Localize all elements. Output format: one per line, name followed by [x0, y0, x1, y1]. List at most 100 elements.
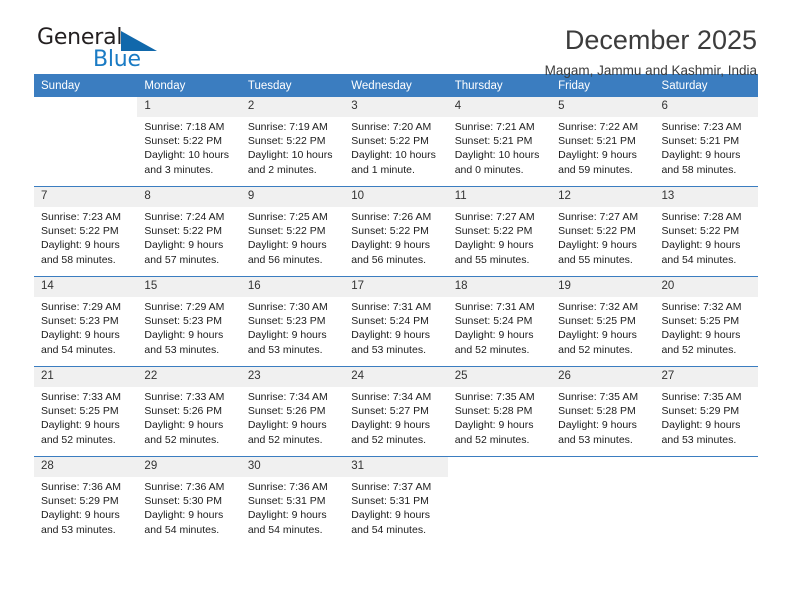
- day-info: Sunrise: 7:22 AM Sunset: 5:21 PM Daylight:…: [551, 117, 654, 177]
- day-number: 30: [240, 457, 345, 477]
- sunset-text: Sunset: 5:31 PM: [247, 495, 326, 508]
- sunset-text: Sunset: 5:24 PM: [351, 315, 429, 328]
- day-info: Sunrise: 7:29 AM Sunset: 5:23 PM Daylight:…: [34, 297, 137, 357]
- calendar-day-cell[interactable]: 8 Sunrise: 7:24 AM Sunset: 5:22 PM Daylight…: [137, 186, 241, 277]
- sunrise-text: Sunrise: 7:35 AM: [661, 391, 742, 403]
- sunset-text: Sunset: 5:22 PM: [41, 225, 119, 238]
- sunset-text: Sunset: 5:21 PM: [661, 135, 740, 148]
- day-number: 12: [551, 187, 655, 207]
- day-info: Sunrise: 7:35 AM Sunset: 5:28 PM Daylight:…: [551, 387, 654, 447]
- day-number: 5: [551, 97, 655, 117]
- calendar-day-cell[interactable]: 16 Sunrise: 7:30 AM Sunset: 5:23 PM Dayligh…: [240, 276, 345, 367]
- day-info: Sunrise: 7:37 AM Sunset: 5:31 PM Daylight:…: [344, 477, 447, 537]
- daylight-text: Daylight: 10 hours and 1 minute.: [351, 149, 436, 176]
- day-number: 11: [447, 187, 552, 207]
- day-info: Sunrise: 7:26 AM Sunset: 5:22 PM Daylight:…: [344, 207, 447, 267]
- logo-text-blue: Blue: [93, 47, 141, 72]
- calendar-day-cell[interactable]: 31 Sunrise: 7:37 AM Sunset: 5:31 PM Dayligh…: [344, 456, 448, 546]
- sunset-text: Sunset: 5:22 PM: [661, 225, 740, 238]
- day-number: 24: [344, 367, 448, 387]
- calendar-day-cell[interactable]: 7 Sunrise: 7:23 AM Sunset: 5:22 PM Daylight…: [34, 186, 138, 277]
- daylight-text: Daylight: 9 hours and 54 minutes.: [144, 509, 224, 536]
- sunrise-text: Sunrise: 7:37 AM: [351, 481, 432, 493]
- day-number: 15: [137, 277, 241, 297]
- calendar-day-cell[interactable]: 9 Sunrise: 7:25 AM Sunset: 5:22 PM Daylight…: [240, 186, 345, 277]
- sunset-text: Sunset: 5:26 PM: [144, 405, 223, 418]
- calendar-day-cell[interactable]: 21 Sunrise: 7:33 AM Sunset: 5:25 PM Dayligh…: [34, 366, 138, 457]
- day-number: 3: [344, 97, 448, 117]
- calendar-day-cell[interactable]: 24 Sunrise: 7:34 AM Sunset: 5:27 PM Dayligh…: [344, 366, 448, 457]
- sunrise-text: Sunrise: 7:32 AM: [661, 301, 742, 313]
- sunset-text: Sunset: 5:21 PM: [558, 135, 636, 148]
- sunrise-text: Sunrise: 7:29 AM: [144, 301, 225, 313]
- sunset-text: Sunset: 5:26 PM: [247, 405, 326, 418]
- sunrise-text: Sunrise: 7:23 AM: [41, 211, 121, 223]
- day-info: Sunrise: 7:18 AM Sunset: 5:22 PM Daylight:…: [137, 117, 240, 177]
- sunrise-text: Sunrise: 7:35 AM: [558, 391, 639, 403]
- sunset-text: Sunset: 5:25 PM: [41, 405, 119, 418]
- calendar-day-cell[interactable]: 3 Sunrise: 7:20 AM Sunset: 5:22 PM Daylight…: [344, 97, 448, 187]
- calendar-empty-cell: [654, 456, 758, 546]
- day-info: Sunrise: 7:33 AM Sunset: 5:25 PM Daylight:…: [34, 387, 137, 447]
- sunrise-text: Sunrise: 7:27 AM: [558, 211, 639, 223]
- calendar-day-cell[interactable]: 28 Sunrise: 7:36 AM Sunset: 5:29 PM Dayligh…: [34, 456, 138, 546]
- calendar-day-cell[interactable]: 19 Sunrise: 7:32 AM Sunset: 5:25 PM Dayligh…: [551, 276, 655, 367]
- calendar-empty-cell: [34, 97, 137, 187]
- day-number: 28: [34, 457, 138, 477]
- day-info: Sunrise: 7:23 AM Sunset: 5:21 PM Daylight:…: [655, 117, 758, 177]
- daylight-text: Daylight: 9 hours and 54 minutes.: [41, 329, 120, 356]
- calendar-day-cell[interactable]: 12 Sunrise: 7:27 AM Sunset: 5:22 PM Dayligh…: [551, 186, 655, 277]
- sunset-text: Sunset: 5:22 PM: [144, 225, 223, 238]
- calendar-day-cell[interactable]: 22 Sunrise: 7:33 AM Sunset: 5:26 PM Dayligh…: [137, 366, 241, 457]
- day-info: Sunrise: 7:19 AM Sunset: 5:22 PM Daylight:…: [241, 117, 344, 177]
- day-number: 27: [654, 367, 758, 387]
- sunrise-text: Sunrise: 7:22 AM: [558, 121, 639, 133]
- sunset-text: Sunset: 5:22 PM: [247, 225, 326, 238]
- day-number: [34, 97, 137, 117]
- daylight-text: Daylight: 9 hours and 56 minutes.: [247, 239, 327, 266]
- calendar-day-cell[interactable]: 1 Sunrise: 7:18 AM Sunset: 5:22 PM Daylight…: [137, 97, 241, 187]
- calendar-day-cell[interactable]: 30 Sunrise: 7:36 AM Sunset: 5:31 PM Dayligh…: [240, 456, 345, 546]
- sunset-text: Sunset: 5:28 PM: [558, 405, 636, 418]
- day-info: Sunrise: 7:28 AM Sunset: 5:22 PM Daylight:…: [655, 207, 758, 267]
- sunrise-text: Sunrise: 7:20 AM: [351, 121, 432, 133]
- sunrise-text: Sunrise: 7:36 AM: [144, 481, 225, 493]
- calendar-day-cell[interactable]: 17 Sunrise: 7:31 AM Sunset: 5:24 PM Dayligh…: [344, 276, 448, 367]
- calendar-day-cell[interactable]: 25 Sunrise: 7:35 AM Sunset: 5:28 PM Dayligh…: [447, 366, 552, 457]
- sunset-text: Sunset: 5:22 PM: [351, 225, 429, 238]
- weekday-header-tuesday: Tuesday: [240, 74, 345, 97]
- sunrise-text: Sunrise: 7:30 AM: [247, 301, 328, 313]
- day-info: Sunrise: 7:31 AM Sunset: 5:24 PM Daylight:…: [448, 297, 551, 357]
- calendar-week-row: 14 Sunrise: 7:29 AM Sunset: 5:23 PM Dayligh…: [34, 276, 758, 367]
- calendar-day-cell[interactable]: 2 Sunrise: 7:19 AM Sunset: 5:22 PM Daylight…: [240, 97, 345, 187]
- calendar-day-cell[interactable]: 4 Sunrise: 7:21 AM Sunset: 5:21 PM Daylight…: [447, 97, 552, 187]
- calendar-day-cell[interactable]: 14 Sunrise: 7:29 AM Sunset: 5:23 PM Dayligh…: [34, 276, 138, 367]
- calendar-day-cell[interactable]: 23 Sunrise: 7:34 AM Sunset: 5:26 PM Dayligh…: [240, 366, 345, 457]
- calendar-day-cell[interactable]: 6 Sunrise: 7:23 AM Sunset: 5:21 PM Daylight…: [654, 97, 758, 187]
- calendar-day-cell[interactable]: 10 Sunrise: 7:26 AM Sunset: 5:22 PM Dayligh…: [344, 186, 448, 277]
- calendar-day-cell[interactable]: 5 Sunrise: 7:22 AM Sunset: 5:21 PM Daylight…: [551, 97, 655, 187]
- calendar-day-cell[interactable]: 20 Sunrise: 7:32 AM Sunset: 5:25 PM Dayligh…: [654, 276, 758, 367]
- general-blue-logo[interactable]: General Blue: [37, 26, 217, 78]
- daylight-text: Daylight: 9 hours and 52 minutes.: [558, 329, 637, 356]
- sunset-text: Sunset: 5:23 PM: [41, 315, 119, 328]
- calendar-day-cell[interactable]: 18 Sunrise: 7:31 AM Sunset: 5:24 PM Dayligh…: [447, 276, 552, 367]
- calendar-day-cell[interactable]: 15 Sunrise: 7:29 AM Sunset: 5:23 PM Dayligh…: [137, 276, 241, 367]
- sunrise-text: Sunrise: 7:27 AM: [454, 211, 535, 223]
- calendar-day-cell[interactable]: 26 Sunrise: 7:35 AM Sunset: 5:28 PM Dayligh…: [551, 366, 655, 457]
- calendar-day-cell[interactable]: 29 Sunrise: 7:36 AM Sunset: 5:30 PM Dayligh…: [137, 456, 241, 546]
- sunset-text: Sunset: 5:22 PM: [144, 135, 223, 148]
- day-info: Sunrise: 7:33 AM Sunset: 5:26 PM Daylight:…: [137, 387, 240, 447]
- calendar-day-cell[interactable]: 13 Sunrise: 7:28 AM Sunset: 5:22 PM Dayligh…: [654, 186, 758, 277]
- sunset-text: Sunset: 5:24 PM: [454, 315, 533, 328]
- day-info: Sunrise: 7:23 AM Sunset: 5:22 PM Daylight:…: [34, 207, 137, 267]
- daylight-text: Daylight: 9 hours and 58 minutes.: [41, 239, 120, 266]
- calendar-day-cell[interactable]: 11 Sunrise: 7:27 AM Sunset: 5:22 PM Dayligh…: [447, 186, 552, 277]
- calendar-day-cell[interactable]: 27 Sunrise: 7:35 AM Sunset: 5:29 PM Dayligh…: [654, 366, 758, 457]
- day-info: Sunrise: 7:25 AM Sunset: 5:22 PM Daylight:…: [241, 207, 344, 267]
- daylight-text: Daylight: 9 hours and 54 minutes.: [661, 239, 741, 266]
- day-number: 9: [240, 187, 345, 207]
- daylight-text: Daylight: 9 hours and 58 minutes.: [661, 149, 741, 176]
- sunrise-text: Sunrise: 7:25 AM: [247, 211, 328, 223]
- day-number: 21: [34, 367, 138, 387]
